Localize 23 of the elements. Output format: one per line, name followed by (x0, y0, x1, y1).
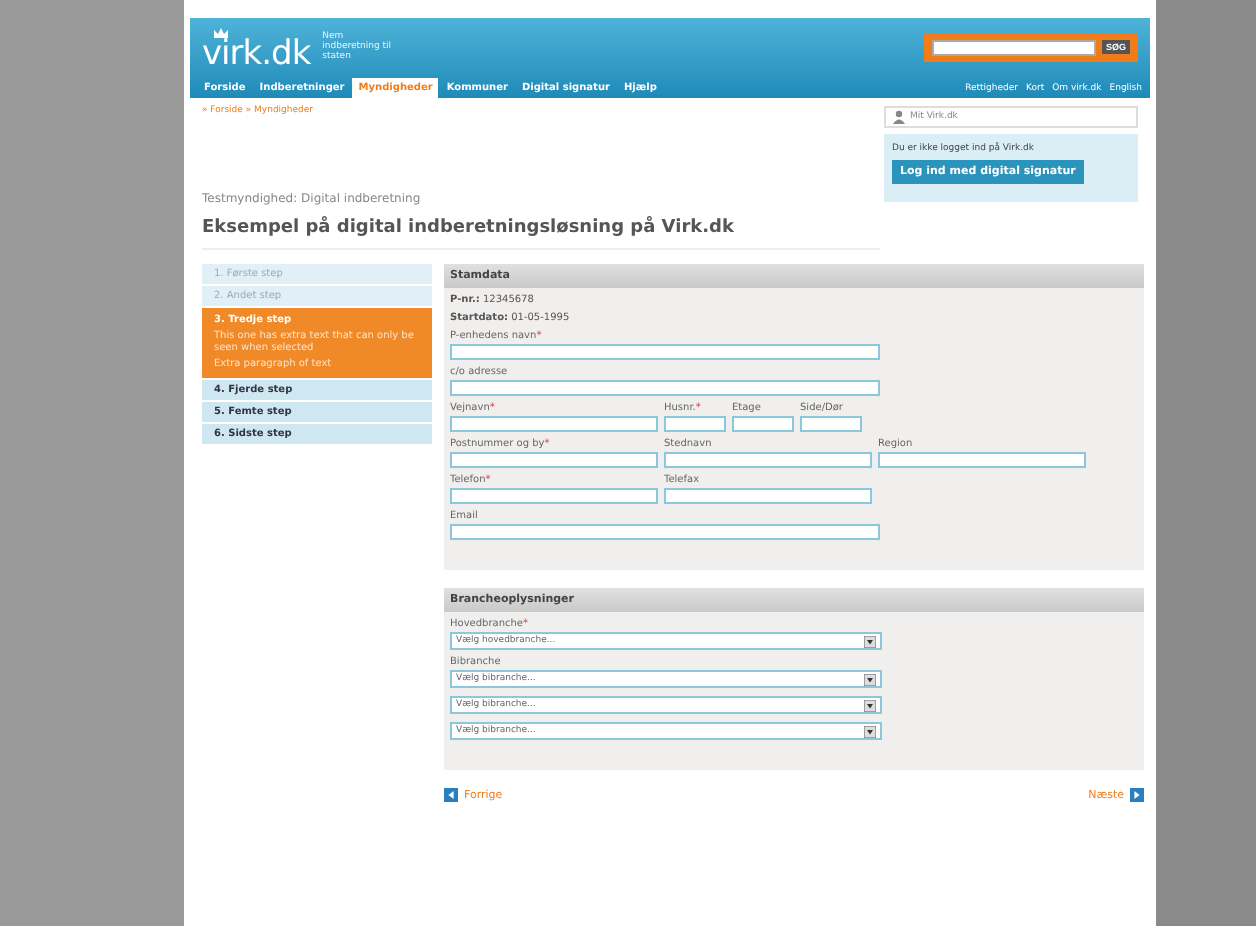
dropdown-arrow-icon (864, 725, 876, 737)
left-arrow-icon (444, 788, 458, 802)
text-field[interactable] (878, 452, 1086, 468)
dropdown-arrow-icon (864, 699, 876, 711)
text-field[interactable] (664, 416, 726, 432)
text-field[interactable] (450, 380, 880, 396)
text-field[interactable] (450, 488, 658, 504)
text-field[interactable] (732, 416, 794, 432)
search-field[interactable] (931, 39, 1096, 56)
text-field[interactable] (664, 452, 872, 468)
text-field[interactable] (450, 452, 658, 468)
site-logo[interactable]: virk.dk (202, 39, 311, 70)
text-field[interactable] (450, 416, 658, 432)
dropdown-arrow-icon (864, 635, 876, 647)
dropdown-arrow-icon (864, 673, 876, 685)
text-field[interactable] (450, 344, 880, 360)
page-title: Eksempel på digital indberetningsløsning på Virk.dk (202, 218, 736, 238)
text-field[interactable] (664, 488, 872, 504)
right-arrow-icon (1130, 788, 1144, 802)
person-icon (892, 110, 906, 124)
text-field[interactable] (800, 416, 862, 432)
crown-icon (212, 25, 230, 40)
text-field[interactable] (450, 524, 880, 540)
